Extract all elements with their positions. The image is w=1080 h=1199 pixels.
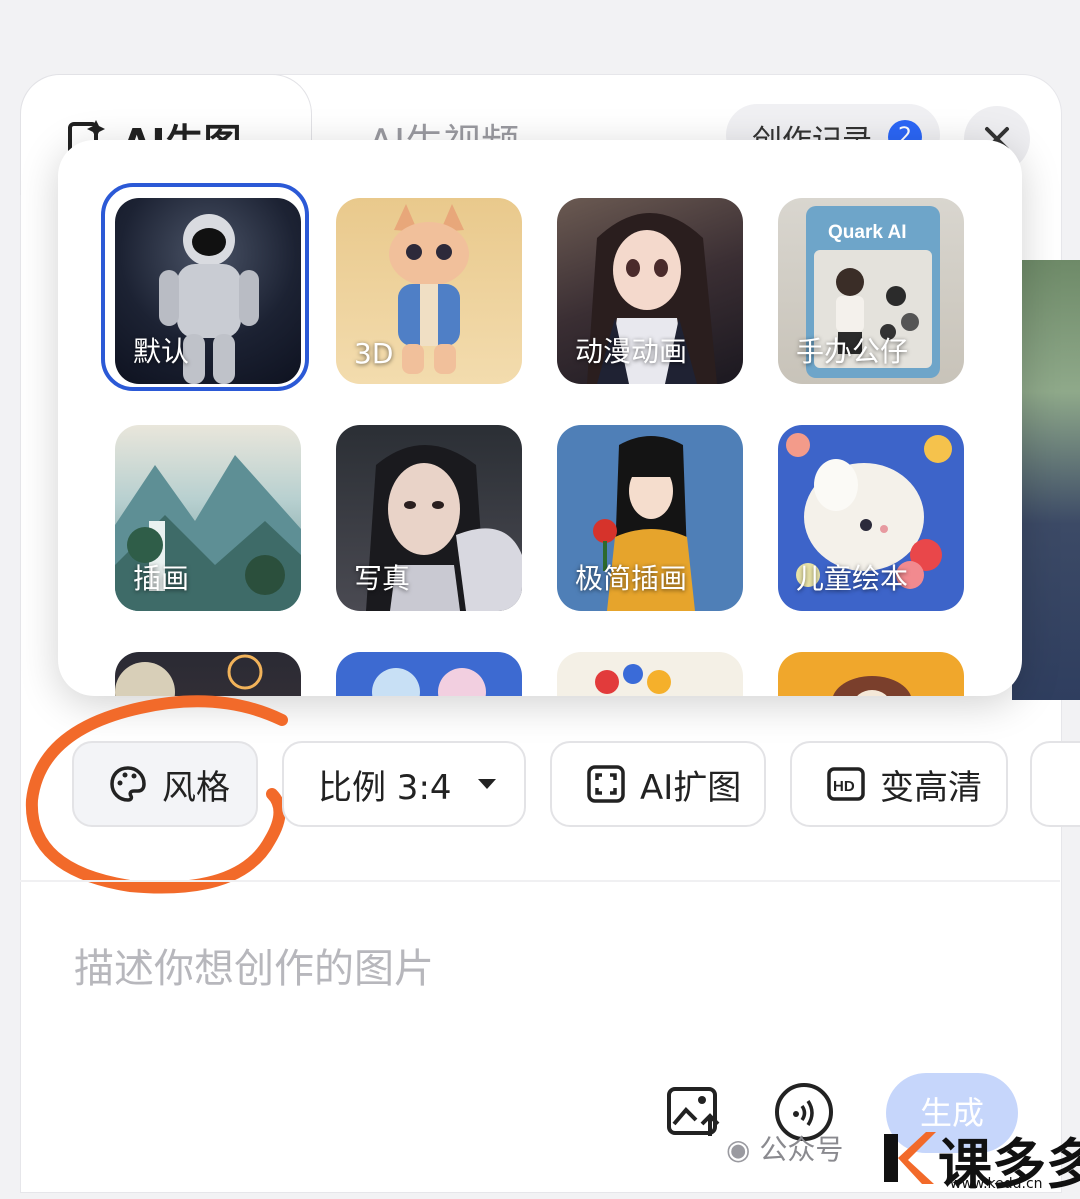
ai-expand-button[interactable]: AI扩图 [550,741,766,827]
style-tile-minimal[interactable]: 极简插画 [557,425,743,611]
ai-expand-label: AI扩图 [640,767,742,808]
svg-text:HD: HD [833,778,855,795]
prompt-input[interactable]: 描述你想创作的图片 [74,936,434,994]
cow-illustration [833,676,911,696]
flowers-illustration [595,664,671,694]
style-tile-row3-4[interactable] [778,652,964,696]
style-label-minimal: 极简插画 [575,562,688,595]
k-logo-icon [884,1132,936,1184]
upload-image-icon[interactable] [666,1086,722,1138]
hd-icon: HD [827,767,865,801]
style-tile-row3-2[interactable] [336,652,522,696]
hd-upscale-button[interactable]: HD 变高清 [790,741,1008,827]
style-tile-row3-3[interactable] [557,652,743,696]
expand-frame-icon [587,765,625,803]
style-tile-kids-book[interactable]: 儿童绘本 [778,425,964,611]
site-logo: 课多多 www.kedd.cn [878,1126,1080,1196]
ratio-label: 比例 3:4 [318,767,452,808]
style-tile-default[interactable]: 默认 [115,198,301,384]
caret-down-icon [477,779,496,789]
style-tile-3d[interactable]: 3D [336,198,522,384]
background-image-preview [1012,260,1080,700]
wechat-icon: ◉ [726,1133,751,1166]
style-tile-figure[interactable]: Quark AI 手办公仔 [778,198,964,384]
style-label-illustration: 插画 [133,562,190,595]
style-picker-popover: 默认 3D 动漫动画 Quark AI 手办公仔 插画 写真 极简插画 儿童绘本 [58,140,1022,696]
style-tile-illustration[interactable]: 插画 [115,425,301,611]
more-tool-button[interactable] [1030,741,1080,827]
watermark-text: 公众号 [759,1133,844,1166]
style-label-kids-book: 儿童绘本 [796,562,909,595]
style-label-3d: 3D [354,337,394,370]
ratio-dropdown[interactable]: 比例 3:4 [282,741,526,827]
style-label-figure: 手办公仔 [796,335,909,368]
svg-text:Quark AI: Quark AI [828,222,907,243]
palette-icon [110,766,146,802]
style-label-portrait: 写真 [354,562,411,595]
style-button-label: 风格 [162,767,230,808]
divider [20,880,1060,882]
style-tile-anime[interactable]: 动漫动画 [557,198,743,384]
hd-upscale-label: 变高清 [880,767,982,808]
logo-url: www.kedd.cn [950,1176,1043,1192]
style-label-anime: 动漫动画 [575,335,688,368]
bubbles-illustration [372,668,486,696]
wechat-watermark: ◉ 公众号 [726,1128,843,1168]
style-label-default: 默认 [133,335,190,368]
style-button[interactable]: 风格 [72,741,258,827]
style-tile-portrait[interactable]: 写真 [336,425,522,611]
